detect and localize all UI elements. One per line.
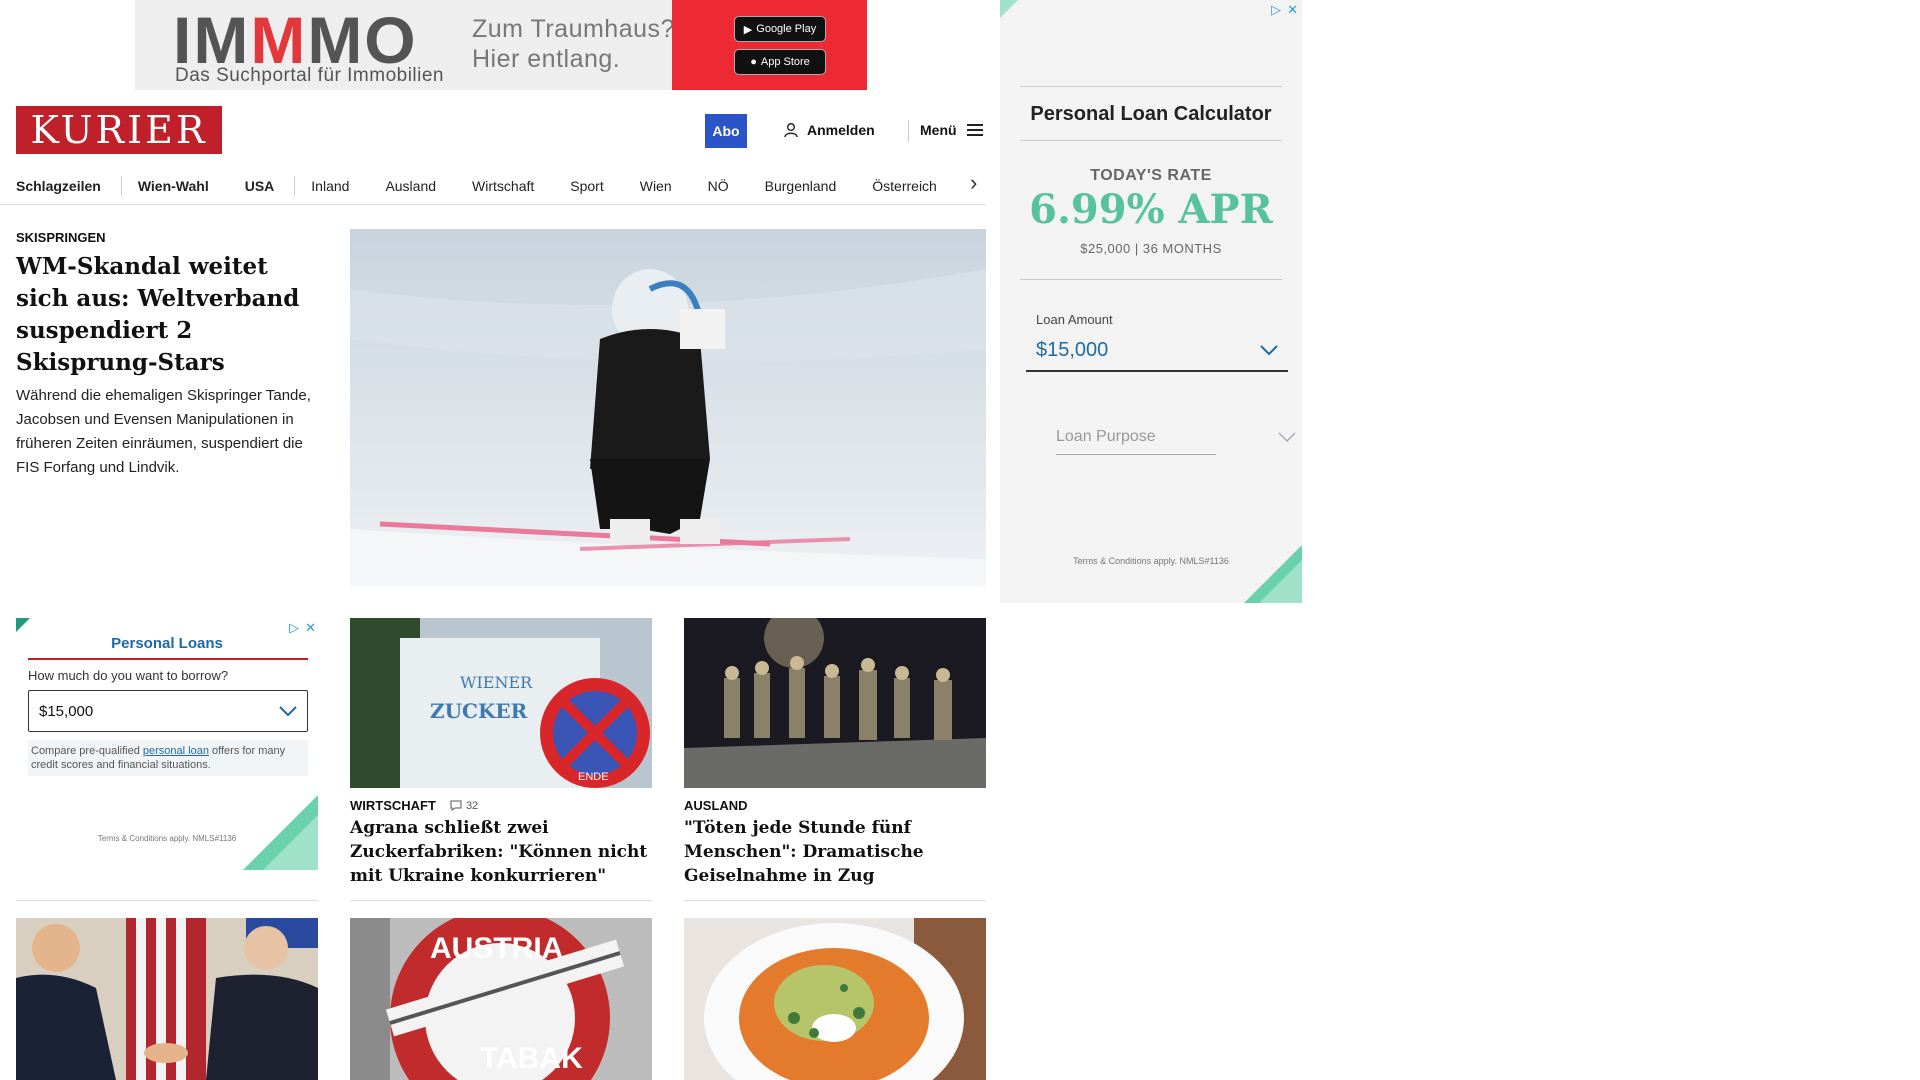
nav-item-wien[interactable]: Wien bbox=[640, 178, 672, 194]
card-image-text-austria: AUSTRIA bbox=[430, 932, 563, 965]
card-kicker-label: WIRTSCHAFT bbox=[350, 798, 436, 813]
personal-loans-ad[interactable]: ▷ ✕ Personal Loans How much do you want t… bbox=[16, 618, 318, 870]
nav-item-noe[interactable]: NÖ bbox=[708, 178, 729, 194]
rate-value: 6.99% APR bbox=[1029, 186, 1273, 233]
comment-icon bbox=[450, 800, 462, 811]
nav-divider bbox=[294, 176, 296, 196]
nav-bottom-border bbox=[0, 204, 986, 205]
kurier-logo[interactable]: KURIER bbox=[16, 106, 222, 154]
ad-subtitle: Das Suchportal für Immobilien bbox=[175, 65, 444, 86]
ad-store-panel: ▶ Google Play ● App Store bbox=[672, 0, 867, 90]
nav-item-wirtschaft[interactable]: Wirtschaft bbox=[472, 178, 534, 194]
comment-count[interactable]: 32 bbox=[450, 800, 478, 812]
card-divider bbox=[350, 900, 652, 901]
card-image-food[interactable] bbox=[684, 918, 986, 1080]
loan-purpose-select[interactable]: Loan Purpose bbox=[1056, 428, 1216, 455]
menu-label: Menü bbox=[920, 122, 957, 138]
play-icon: ▶ bbox=[743, 23, 753, 36]
google-play-button[interactable]: ▶ Google Play bbox=[734, 16, 826, 42]
borrow-amount-select[interactable]: $15,000 bbox=[28, 690, 308, 732]
ad-title: Personal Loans bbox=[111, 635, 223, 652]
ad-divider bbox=[1020, 86, 1282, 87]
apple-icon: ● bbox=[750, 56, 757, 68]
close-ad-icon[interactable]: ✕ bbox=[305, 620, 316, 636]
ad-corner-icon bbox=[1000, 0, 1018, 18]
borrow-amount-value: $15,000 bbox=[39, 702, 94, 720]
card-divider bbox=[684, 900, 986, 901]
menu-button[interactable]: Menü bbox=[920, 122, 983, 138]
borrow-question: How much do you want to borrow? bbox=[28, 668, 229, 683]
loan-amount-value: $15,000 bbox=[1036, 338, 1109, 361]
nav-item-usa[interactable]: USA bbox=[245, 178, 275, 194]
lead-teaser[interactable]: Während die ehemaligen Skispringer Tande… bbox=[16, 384, 316, 480]
adchoices-icon[interactable]: ▷ bbox=[1271, 2, 1281, 18]
lead-title[interactable]: WM-Skandal weitet sich aus: Weltverband … bbox=[16, 251, 316, 379]
nav-divider bbox=[120, 176, 122, 196]
card-image-trump-putin[interactable] bbox=[16, 918, 318, 1080]
card-divider bbox=[16, 900, 318, 901]
main-nav: Schlagzeilen Wien-Wahl USA Inland Auslan… bbox=[16, 168, 986, 204]
top-banner-ad[interactable]: IMMMO Das Suchportal für Immobilien Zum … bbox=[135, 0, 867, 90]
ad-corner-decoration bbox=[1244, 545, 1302, 603]
loan-amount-select[interactable]: $15,000 bbox=[1026, 330, 1288, 372]
chevron-down-icon bbox=[1260, 345, 1278, 355]
header-divider bbox=[908, 120, 909, 142]
lead-image-ski-jumper[interactable] bbox=[350, 229, 986, 586]
card-title-agrana[interactable]: Agrana schließt zwei Zuckerfabriken: "Kö… bbox=[350, 816, 652, 888]
ad-title-rule bbox=[28, 658, 308, 660]
card-kicker-wirtschaft[interactable]: WIRTSCHAFT 32 bbox=[350, 798, 478, 813]
loan-amount-label: Loan Amount bbox=[1036, 312, 1113, 327]
card-image-zucker[interactable]: WIENER ZUCKER ENDE bbox=[350, 618, 652, 788]
card-title-geiselnahme[interactable]: "Töten jede Stunde fünf Menschen": Drama… bbox=[684, 816, 986, 888]
ad-divider bbox=[1020, 140, 1282, 141]
card-image-austria-tabak[interactable]: AUSTRIA TABAK bbox=[350, 918, 652, 1080]
calculator-title: Personal Loan Calculator bbox=[1030, 103, 1272, 125]
nav-item-burgenland[interactable]: Burgenland bbox=[765, 178, 837, 194]
nav-next-arrow-icon[interactable]: › bbox=[970, 170, 977, 196]
user-icon bbox=[784, 123, 798, 138]
ad-corner-icon bbox=[16, 618, 30, 632]
ad-divider bbox=[1020, 279, 1282, 280]
login-button[interactable]: Anmelden bbox=[783, 122, 875, 138]
card-image-text-wiener: WIENER bbox=[460, 673, 533, 692]
close-ad-icon[interactable]: ✕ bbox=[1287, 2, 1298, 18]
card-image-soldiers[interactable] bbox=[684, 618, 986, 788]
card-kicker-ausland[interactable]: AUSLAND bbox=[684, 798, 748, 813]
personal-loan-link[interactable]: personal loan bbox=[143, 745, 209, 757]
card-image-text-ende: ENDE bbox=[578, 771, 609, 783]
abo-button[interactable]: Abo bbox=[705, 114, 747, 148]
nav-item-oesterreich[interactable]: Österreich bbox=[872, 178, 937, 194]
app-store-button[interactable]: ● App Store bbox=[734, 49, 826, 75]
rate-terms: $25,000 | 36 MONTHS bbox=[1080, 241, 1222, 256]
nav-item-sport[interactable]: Sport bbox=[570, 178, 603, 194]
adchoices-controls: ▷ ✕ bbox=[289, 620, 316, 636]
nav-item-schlagzeilen[interactable]: Schlagzeilen bbox=[16, 178, 101, 194]
adchoices-icon[interactable]: ▷ bbox=[289, 620, 299, 636]
nav-item-ausland[interactable]: Ausland bbox=[385, 178, 436, 194]
login-label: Anmelden bbox=[807, 122, 875, 138]
card-image-text-zucker: ZUCKER bbox=[430, 699, 528, 723]
card-image-text-tabak: TABAK bbox=[480, 1042, 583, 1075]
rate-label: TODAY'S RATE bbox=[1090, 167, 1212, 184]
hamburger-icon bbox=[966, 124, 983, 136]
adchoices-controls: ▷ ✕ bbox=[1271, 2, 1298, 18]
nav-item-wien-wahl[interactable]: Wien-Wahl bbox=[138, 178, 209, 194]
lead-kicker[interactable]: SKISPRINGEN bbox=[16, 230, 106, 245]
ad-note: Compare pre-qualified personal loan offe… bbox=[28, 740, 308, 776]
nav-item-inland[interactable]: Inland bbox=[311, 178, 349, 194]
comment-count-value: 32 bbox=[465, 799, 479, 812]
chevron-down-icon bbox=[279, 706, 297, 716]
ad-corner-decoration bbox=[243, 795, 318, 870]
ad-slogan: Zum Traumhaus? Hier entlang. bbox=[472, 15, 675, 73]
chevron-down-icon[interactable] bbox=[1278, 432, 1296, 442]
loan-calculator-ad[interactable]: ▷ ✕ Personal Loan Calculator TODAY'S RATE… bbox=[1000, 0, 1302, 603]
